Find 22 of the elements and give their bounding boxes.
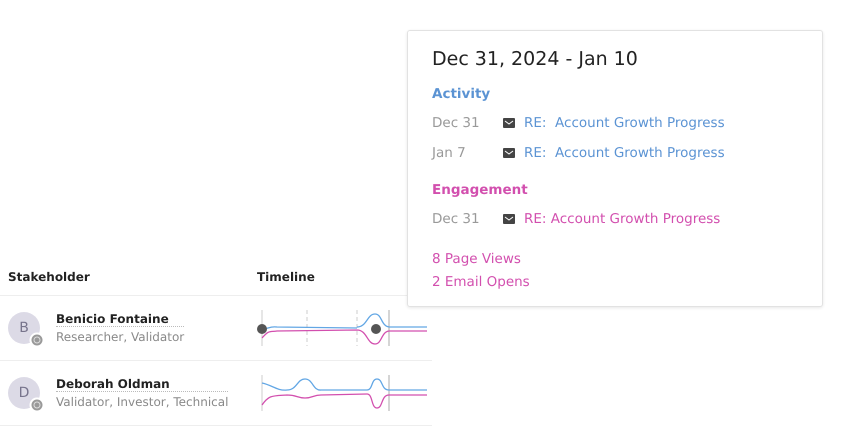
engagement-stat[interactable]: 2 Email Opens — [432, 271, 798, 294]
envelope-icon — [503, 214, 515, 224]
stakeholder-roles: Validator, Investor, Technical — [56, 395, 228, 409]
popover-title: Dec 31, 2024 - Jan 10 — [432, 48, 639, 70]
avatar-initial: B — [19, 320, 29, 336]
section-heading: Engagement — [432, 182, 529, 198]
stakeholder-roles: Researcher, Validator — [56, 330, 184, 344]
stakeholder-name[interactable]: Deborah Oldman — [56, 377, 228, 392]
engagement-stat[interactable]: 8 Page Views — [432, 248, 798, 271]
item-date: Dec 31 — [432, 211, 481, 227]
section-heading: Activity — [432, 86, 492, 102]
email-link[interactable]: RE: Account Growth Progress — [524, 115, 725, 131]
column-header[interactable]: Timeline — [257, 270, 315, 284]
envelope-icon — [503, 148, 515, 158]
stakeholder-name[interactable]: Benicio Fontaine — [56, 312, 184, 327]
avatar-initial: D — [18, 385, 30, 401]
column-header[interactable]: Stakeholder — [0, 270, 257, 284]
email-link[interactable]: RE: Account Growth Progress — [524, 145, 725, 161]
envelope-icon — [503, 118, 515, 128]
item-date: Jan 7 — [432, 145, 467, 161]
item-date: Dec 31 — [432, 115, 481, 131]
email-link[interactable]: RE: Account Growth Progress — [524, 211, 720, 227]
